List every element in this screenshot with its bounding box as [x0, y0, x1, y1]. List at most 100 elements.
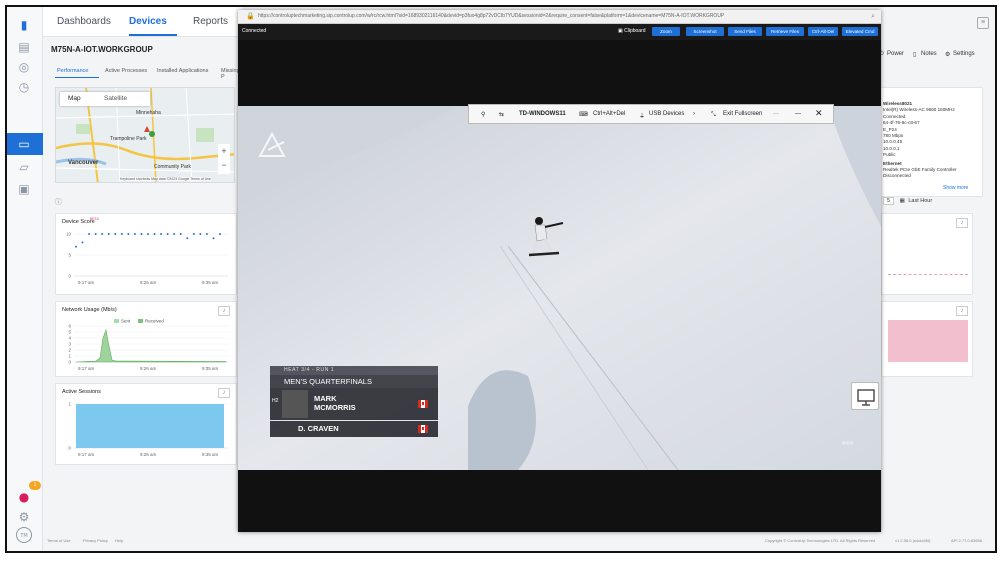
round-label: MEN'S QUARTERFINALS: [270, 375, 438, 388]
usb-icon: ⏚: [639, 113, 646, 120]
app-frame: ▮ ▤ ◎ ◷ ▭ ▱ ▣ ● 1 ⚙ TM Dashboards Device…: [5, 5, 997, 553]
right-chart-card: ♪: [881, 301, 973, 377]
x-tick-label: 9:35 am: [202, 452, 219, 457]
show-more-link[interactable]: Show more: [943, 185, 968, 191]
retrieve-files-button[interactable]: Retrieve Files: [766, 27, 804, 36]
score-point: [186, 237, 189, 240]
zoom-in-button[interactable]: +: [218, 144, 230, 158]
active-sessions-card: 1 0 9:17 am 9:26 am 9:35 am Active Sessions …: [55, 383, 237, 465]
zoom-button[interactable]: Zoom: [652, 27, 680, 36]
tab-devices[interactable]: Devices: [129, 16, 167, 27]
dashboard-icon[interactable]: ▤: [16, 39, 32, 55]
power-button[interactable]: Power: [887, 51, 904, 57]
legend-swatch-received: [138, 319, 143, 323]
more-menu[interactable]: ···: [773, 111, 779, 117]
device-title: M75N-A-IOT.WORKGROUP: [51, 45, 153, 54]
location-map[interactable]: Map Satellite Minnehaha Trampoline Park …: [55, 87, 235, 183]
zoom-out-button[interactable]: −: [218, 158, 230, 172]
minimize-icon[interactable]: —: [795, 111, 801, 117]
gear-icon[interactable]: ⚙: [16, 509, 32, 525]
send-files-button[interactable]: Send Files: [728, 27, 762, 36]
score-point: [127, 233, 130, 235]
api-version: API 2.77.0.83656: [951, 538, 982, 543]
y-tick-label: 10: [66, 232, 72, 237]
footer: Terms of Use Privacy Policy Help Copyrig…: [43, 535, 995, 547]
map-label: Vancouver: [68, 160, 99, 166]
footer-link-privacy[interactable]: Privacy Policy: [83, 538, 108, 543]
remote-session-bar: ⚲ ⇆ TD-WINDOWS11 ⌨ Ctrl+Alt+Del ⏚ USB De…: [468, 104, 834, 124]
elevated-cmd-button[interactable]: Elevated Cmd: [842, 27, 878, 36]
x-tick-label: 9:17 am: [78, 366, 95, 371]
last-hour-label[interactable]: Last Hour: [908, 198, 932, 204]
compass-icon[interactable]: ◎: [16, 59, 32, 75]
threshold-line: [888, 274, 968, 275]
remote-control-window: 🔒 https://controluptechmarketing.sip.con…: [238, 10, 881, 532]
score-point: [173, 233, 176, 235]
device-actions: ⏻ Power ▯ Notes ⚙ Settings: [879, 49, 989, 63]
clipboard-button[interactable]: ▣ Clipboard: [618, 28, 646, 34]
machine-name: TD-WINDOWS11: [519, 111, 566, 117]
monitor-icon[interactable]: ▱: [16, 159, 32, 175]
screenshot-button[interactable]: Screenshot: [686, 27, 724, 36]
device-score-chart: 10 5 0 9:17 am 9:26 am 9:35 am: [66, 232, 228, 285]
display-button[interactable]: [851, 382, 879, 410]
chevron-right-icon[interactable]: ›: [693, 111, 695, 117]
score-point: [81, 241, 84, 244]
rider1-first-name: MARK: [314, 394, 337, 403]
settings-button[interactable]: Settings: [953, 51, 975, 57]
info-icon[interactable]: ⓘ: [55, 197, 62, 207]
remote-toolbar: Connected ▣ Clipboard Zoom Screenshot Se…: [238, 24, 881, 40]
score-point: [212, 237, 215, 240]
menu-icon[interactable]: ≡: [977, 17, 989, 29]
arrows-icon[interactable]: ⇆: [499, 111, 504, 118]
remote-screen[interactable]: ⚲ ⇆ TD-WINDOWS11 ⌨ Ctrl+Alt+Del ⏚ USB De…: [238, 40, 881, 532]
score-point: [205, 233, 208, 235]
score-point: [199, 233, 202, 235]
score-point: [88, 233, 91, 235]
y-tick-label: 5: [68, 253, 71, 258]
footer-link-terms[interactable]: Terms of Use: [47, 538, 71, 543]
legend-swatch-sent: [114, 319, 119, 323]
devices-icon[interactable]: ▭: [16, 136, 32, 152]
score-point: [140, 233, 143, 235]
range-select[interactable]: 5: [883, 197, 895, 205]
usb-devices-action[interactable]: USB Devices: [649, 111, 684, 117]
bell-icon[interactable]: ♪: [956, 306, 968, 316]
footer-link-help[interactable]: Help: [115, 538, 123, 543]
exit-fullscreen-action[interactable]: Exit Fullscreen: [723, 111, 762, 117]
x-tick-label: 9:26 am: [140, 280, 157, 285]
ctrl-alt-del-action[interactable]: Ctrl+Alt+Del: [593, 111, 625, 117]
network-usage-card: 6 5 4 3 2 1 0 9:17 am 9:26 am 9:35 am Sent Received…: [55, 301, 237, 377]
subtab-installed-applications[interactable]: Installed Applications: [157, 68, 208, 74]
heat-label: HEAT 3/4 - RUN 1: [270, 366, 438, 375]
network-info-item: Disconnected: [883, 173, 911, 179]
bell-icon[interactable]: ♪: [956, 218, 968, 228]
close-icon[interactable]: ✕: [815, 108, 823, 119]
tab-reports[interactable]: Reports: [193, 16, 228, 27]
ctrl-alt-del-button[interactable]: Ctrl-Alt-Del: [808, 27, 838, 36]
avatar[interactable]: TM: [16, 527, 32, 543]
canada-flag-icon: [418, 425, 428, 433]
network-info-item: Public: [883, 152, 896, 158]
subtab-performance[interactable]: Performance: [57, 68, 89, 74]
report-icon[interactable]: ▣: [16, 181, 32, 197]
clock-icon[interactable]: ◷: [16, 79, 32, 95]
notifications-icon[interactable]: ●: [16, 489, 32, 505]
map-tab-map[interactable]: Map: [68, 95, 81, 102]
notes-button[interactable]: Notes: [921, 51, 937, 57]
zoom-magnifier-icon[interactable]: ⌕: [871, 12, 875, 21]
tab-dashboards[interactable]: Dashboards: [57, 16, 111, 27]
map-zoom-controls: + −: [218, 144, 230, 174]
y-tick-label: 4: [68, 336, 71, 341]
network-usage-chart: 6543210 9:17 am 9:26 am 9:35 am Sent Received: [68, 319, 228, 371]
url-text[interactable]: https://controluptechmarketing.sip.contr…: [258, 13, 858, 19]
map-tab-satellite[interactable]: Satellite: [104, 95, 127, 102]
bell-icon[interactable]: ♪: [218, 306, 230, 316]
subtab-active-processes[interactable]: Active Processes: [105, 68, 147, 74]
map-label: Community Park: [154, 164, 191, 170]
bell-icon[interactable]: ♪: [218, 388, 230, 398]
score-point: [75, 245, 77, 248]
keyboard-icon: ⌨: [579, 111, 588, 118]
network-usage-title: Network Usage (Mb/s): [62, 307, 117, 313]
pin-icon[interactable]: ⚲: [481, 111, 485, 118]
